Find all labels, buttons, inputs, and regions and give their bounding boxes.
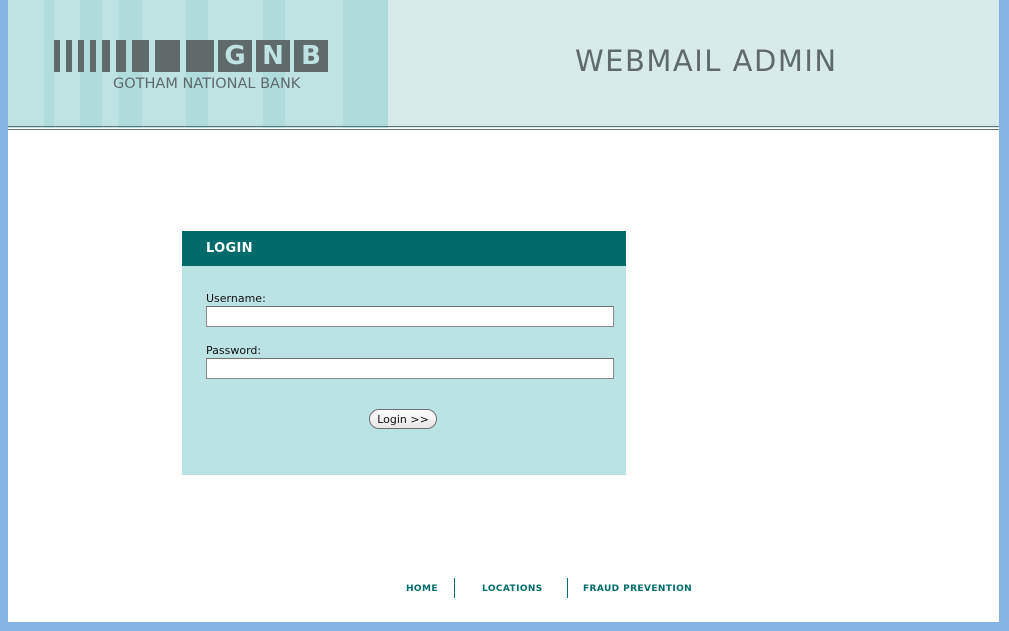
bank-logo: G N B GOTHAM NATIONAL BANK	[54, 40, 334, 96]
nav-link-locations[interactable]: LOCATIONS	[482, 584, 543, 594]
bank-name: GOTHAM NATIONAL BANK	[113, 76, 301, 92]
decorative-stripe	[343, 0, 388, 128]
nav-link-home[interactable]: HOME	[406, 584, 438, 594]
header-divider	[8, 129, 999, 130]
login-panel: LOGIN Username: Password: Login >>	[182, 231, 626, 475]
nav-separator	[454, 578, 455, 598]
logo-letter-b: B	[294, 40, 328, 72]
page-title: WEBMAIL ADMIN	[575, 44, 838, 78]
logo-barcode-icon	[54, 40, 214, 72]
logo-letters: G N B	[218, 40, 328, 72]
header: G N B GOTHAM NATIONAL BANK WEBMAIL ADMIN	[8, 0, 999, 128]
decorative-stripe	[44, 0, 54, 128]
logo-letter-g: G	[218, 40, 252, 72]
footer-nav: HOME LOCATIONS FRAUD PREVENTION	[8, 578, 999, 598]
logo-letter-n: N	[256, 40, 290, 72]
login-title: LOGIN	[206, 241, 253, 256]
login-button[interactable]: Login >>	[369, 409, 437, 429]
header-divider	[8, 126, 999, 127]
logo-panel: G N B GOTHAM NATIONAL BANK	[8, 0, 388, 128]
page-frame: G N B GOTHAM NATIONAL BANK WEBMAIL ADMIN…	[8, 0, 999, 622]
login-header: LOGIN	[182, 231, 626, 266]
password-input[interactable]	[206, 358, 614, 379]
nav-link-fraud-prevention[interactable]: FRAUD PREVENTION	[583, 584, 692, 594]
nav-separator	[567, 578, 568, 598]
password-label: Password:	[206, 344, 262, 357]
username-label: Username:	[206, 292, 266, 305]
username-input[interactable]	[206, 306, 614, 327]
